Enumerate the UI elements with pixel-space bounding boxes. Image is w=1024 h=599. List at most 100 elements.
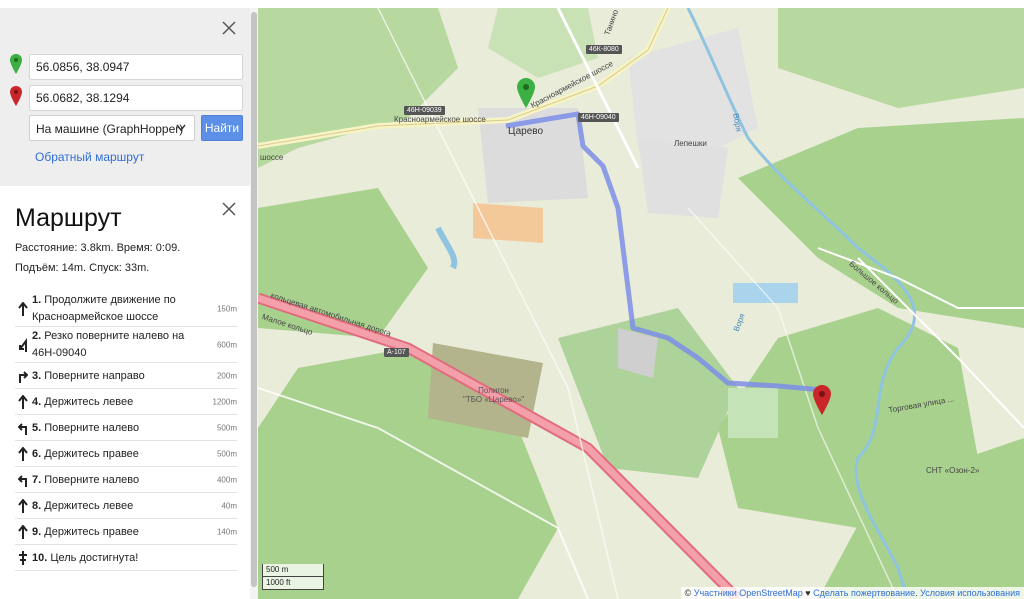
close-search-button[interactable] xyxy=(222,21,238,37)
route-step-text: 7. Поверните налево xyxy=(15,467,237,489)
route-step[interactable]: 10. Цель достигнута! xyxy=(15,545,237,571)
route-step-text: 10. Цель достигнута! xyxy=(15,545,237,567)
sidebar-scrollbar-thumb[interactable] xyxy=(251,12,257,587)
route-step-text: 8. Держитесь левее xyxy=(15,493,237,515)
route-step-distance: 150m xyxy=(216,304,237,313)
route-step-number: 1. xyxy=(32,294,42,306)
destination-icon xyxy=(19,550,27,565)
route-step-number: 9. xyxy=(32,526,42,538)
route-step-instruction: Резко поверните налево на 46Н-09040 xyxy=(32,330,185,359)
scale-imperial: 1000 ft xyxy=(262,577,324,590)
keep-right-icon xyxy=(18,524,28,539)
route-step-text: 4. Держитесь левее xyxy=(15,389,237,411)
route-step[interactable]: 7. Поверните налево 400m xyxy=(15,467,237,493)
route-step-number: 3. xyxy=(32,370,42,382)
close-icon xyxy=(222,202,236,216)
route-step-text: 6. Держитесь правее xyxy=(15,441,237,463)
map-label-shosse: шоссе xyxy=(260,153,284,162)
map-base xyxy=(258,8,1024,599)
route-step-instruction: Держитесь правее xyxy=(44,448,139,460)
route-step-text: 5. Поверните налево xyxy=(15,415,237,437)
turn-left-icon xyxy=(18,422,27,435)
route-step[interactable]: 3. Поверните направо 200m xyxy=(15,363,237,389)
keep-left-icon xyxy=(18,394,28,409)
route-step[interactable]: 6. Держитесь правее 500m xyxy=(15,441,237,467)
routing-mode-select[interactable]: На машине (GraphHopper) xyxy=(29,115,195,141)
route-panel: Маршрут Расстояние: 3.8km. Время: 0:09. … xyxy=(0,186,250,599)
route-step[interactable]: 4. Держитесь левее 1200m xyxy=(15,389,237,415)
close-route-button[interactable] xyxy=(222,202,238,218)
route-step[interactable]: 8. Держитесь левее 40m xyxy=(15,493,237,519)
osm-contributors-link[interactable]: Участники OpenStreetMap xyxy=(694,588,803,598)
map[interactable]: Царево Лепешки Красноармейское шоссе Кра… xyxy=(258,8,1024,599)
sidebar: На машине (GraphHopper) Найти Обратный м… xyxy=(0,0,258,599)
close-icon xyxy=(222,21,236,35)
start-pin-icon xyxy=(10,54,22,74)
search-panel: На машине (GraphHopper) Найти Обратный м… xyxy=(0,8,250,186)
turn-right-icon xyxy=(19,370,28,383)
sharp-left-icon xyxy=(19,337,27,352)
route-step-text: 1. Продолжите движение по Красноармейско… xyxy=(15,291,237,326)
route-step-distance: 200m xyxy=(216,371,237,380)
route-step-number: 7. xyxy=(32,474,42,486)
map-label-snt: СНТ «Озон-2» xyxy=(926,466,980,475)
route-step-distance: 600m xyxy=(216,340,237,349)
map-label-krasnoarm: Красноармейское шоссе xyxy=(394,115,486,124)
find-button[interactable]: Найти xyxy=(201,115,243,141)
scale-metric: 500 m xyxy=(262,564,324,577)
route-step-number: 10. xyxy=(32,552,48,564)
route-step-instruction: Поверните налево xyxy=(44,422,140,434)
terms-link[interactable]: Условия использования xyxy=(920,588,1020,598)
road-shield-46n09040: 46Н-09040 xyxy=(578,113,619,122)
map-attribution: © Участники OpenStreetMap ♥ Сделать поже… xyxy=(680,587,1024,599)
route-step-instruction: Держитесь правее xyxy=(44,526,139,538)
attribution-heart: ♥ xyxy=(802,588,814,598)
keep-left-icon xyxy=(18,498,28,513)
route-step-distance: 500m xyxy=(216,423,237,432)
route-step-distance: 140m xyxy=(216,527,237,536)
route-step-text: 2. Резко поверните налево на 46Н-09040 xyxy=(15,327,237,362)
end-pin-icon xyxy=(10,86,22,106)
route-step-instruction: Цель достигнута! xyxy=(50,552,139,564)
routing-mode-label: На машине (GraphHopper) xyxy=(36,122,184,136)
route-step-instruction: Держитесь левее xyxy=(44,500,134,512)
route-step-number: 6. xyxy=(32,448,42,460)
route-step-number: 5. xyxy=(32,422,42,434)
route-title: Маршрут xyxy=(15,204,122,232)
route-elevation: Подъём: 14m. Спуск: 33m. xyxy=(15,262,150,274)
road-shield-46k8080: 46К-8080 xyxy=(586,45,622,54)
end-coordinates-input[interactable] xyxy=(29,85,243,111)
route-step-distance: 400m xyxy=(216,475,237,484)
chevron-down-icon xyxy=(176,124,186,132)
route-step[interactable]: 1. Продолжите движение по Красноармейско… xyxy=(15,291,237,327)
route-step-number: 8. xyxy=(32,500,42,512)
route-step-distance: 40m xyxy=(221,501,237,510)
map-label-lepeshki: Лепешки xyxy=(674,139,707,148)
route-step-number: 2. xyxy=(32,330,42,342)
route-step[interactable]: 9. Держитесь правее 140m xyxy=(15,519,237,545)
route-distance-time: Расстояние: 3.8km. Время: 0:09. xyxy=(15,242,181,254)
route-step-text: 9. Держитесь правее xyxy=(15,519,237,541)
arrow-up-icon xyxy=(18,301,28,316)
app-window: На машине (GraphHopper) Найти Обратный м… xyxy=(0,0,1024,599)
donate-link[interactable]: Сделать пожертвование xyxy=(813,588,915,598)
map-scale: 500 m 1000 ft xyxy=(262,564,324,590)
route-step-text: 3. Поверните направо xyxy=(15,363,237,385)
route-step-instruction: Поверните налево xyxy=(44,474,140,486)
attribution-prefix: © xyxy=(684,588,694,598)
turn-left-icon xyxy=(18,474,27,487)
route-step-distance: 500m xyxy=(216,449,237,458)
start-coordinates-input[interactable] xyxy=(29,54,243,80)
reverse-route-link[interactable]: Обратный маршрут xyxy=(35,150,144,164)
route-step[interactable]: 5. Поверните налево 500m xyxy=(15,415,237,441)
end-marker-icon[interactable] xyxy=(813,385,831,415)
keep-right-icon xyxy=(18,446,28,461)
road-shield-a107: А-107 xyxy=(384,348,409,357)
route-step-number: 4. xyxy=(32,396,42,408)
route-steps-list: 1. Продолжите движение по Красноармейско… xyxy=(15,291,237,571)
route-step-instruction: Поверните направо xyxy=(44,370,145,382)
route-step[interactable]: 2. Резко поверните налево на 46Н-09040 60… xyxy=(15,327,237,363)
route-step-instruction: Держитесь левее xyxy=(44,396,134,408)
map-label-tsarevo: Царево xyxy=(508,126,544,137)
map-label-poligon: Полигон "ТБО «Царево»" xyxy=(463,386,525,404)
